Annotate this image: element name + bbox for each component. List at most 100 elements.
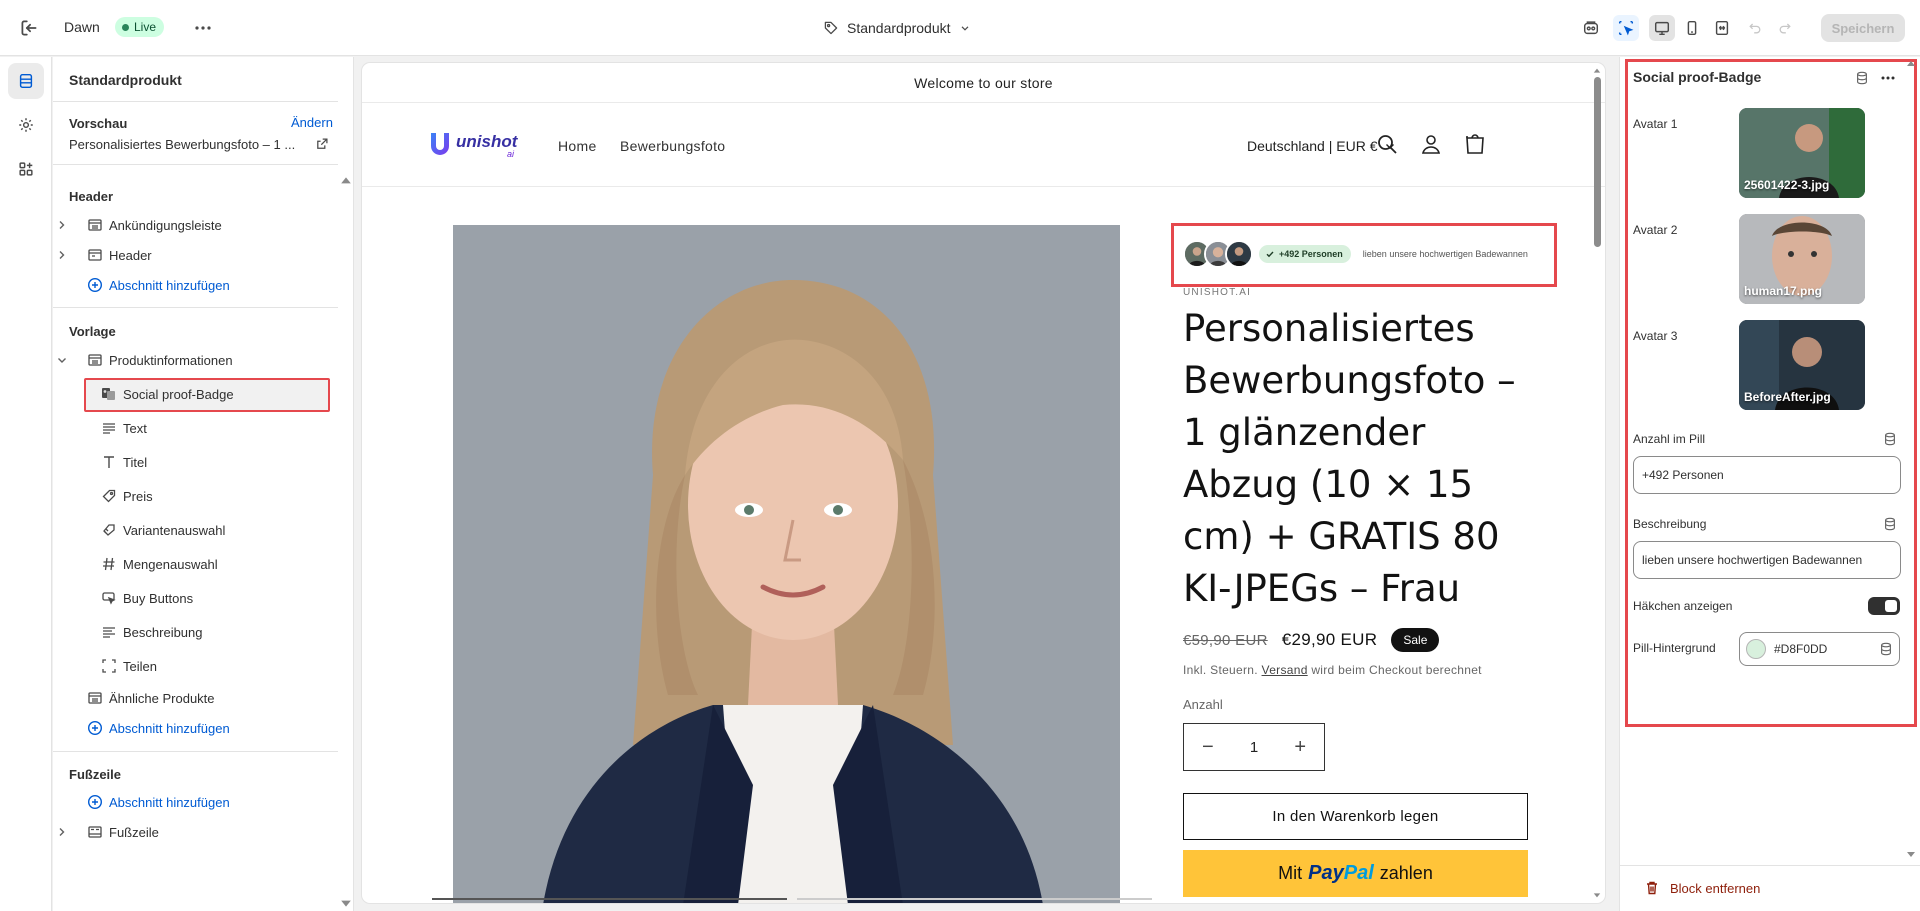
dynamic-source-icon[interactable] bbox=[1879, 642, 1893, 656]
pill-background-color-field[interactable]: #D8F0DD bbox=[1739, 632, 1900, 666]
checkmark-icon bbox=[1266, 251, 1274, 258]
preview-scrollbar[interactable] bbox=[1591, 65, 1603, 901]
add-section-header-button[interactable]: Abschnitt hinzufügen bbox=[53, 272, 338, 298]
paypal-button[interactable]: Mit PayPal zahlen bbox=[1183, 850, 1528, 897]
checkmark-toggle[interactable] bbox=[1868, 597, 1900, 615]
editor-topbar: Dawn Live Standardprodukt Speichern bbox=[0, 0, 1920, 56]
pill-count: +492 Personen bbox=[1279, 249, 1343, 259]
external-link-icon[interactable] bbox=[315, 137, 329, 151]
desktop-icon[interactable] bbox=[1649, 15, 1675, 41]
template-selector[interactable]: Standardprodukt bbox=[823, 17, 971, 39]
plus-circle-icon bbox=[87, 794, 103, 810]
chevron-right-icon[interactable] bbox=[57, 220, 67, 230]
section-label: Fußzeile bbox=[109, 824, 159, 840]
block-variant-picker[interactable]: Variantenauswahl bbox=[53, 517, 338, 543]
scroll-down-icon[interactable] bbox=[1906, 849, 1916, 859]
block-price[interactable]: Preis bbox=[53, 483, 338, 509]
scroll-up-icon[interactable] bbox=[1906, 59, 1916, 69]
trash-icon bbox=[1647, 881, 1657, 895]
block-description[interactable]: Beschreibung bbox=[53, 619, 338, 645]
add-section-template-button[interactable]: Abschnitt hinzufügen bbox=[53, 715, 338, 741]
apps-icon[interactable] bbox=[8, 151, 44, 187]
change-preview-link[interactable]: Ändern bbox=[291, 115, 333, 130]
nav-link-bewerbungsfoto[interactable]: Bewerbungsfoto bbox=[620, 138, 725, 154]
settings-icon[interactable] bbox=[8, 107, 44, 143]
avatar-2-image-picker[interactable]: human17.png bbox=[1739, 214, 1865, 304]
paypal-logo: PayPal bbox=[1308, 862, 1374, 884]
block-text[interactable]: Text bbox=[53, 415, 338, 441]
add-section-footer-button[interactable]: Abschnitt hinzufügen bbox=[53, 789, 338, 815]
more-horizontal-icon[interactable] bbox=[192, 18, 214, 38]
variant-icon bbox=[101, 522, 117, 538]
price-tag-icon bbox=[101, 488, 117, 504]
tax-note: Inkl. Steuern. Versand wird beim Checkou… bbox=[1183, 663, 1482, 677]
scroll-up-icon[interactable] bbox=[340, 175, 352, 187]
block-social-proof-badge[interactable]: Social proof-Badge bbox=[53, 381, 338, 407]
media-slider-indicator[interactable] bbox=[432, 898, 787, 900]
fullwidth-icon[interactable] bbox=[1709, 15, 1735, 41]
chevron-right-icon[interactable] bbox=[57, 250, 67, 260]
block-label: Beschreibung bbox=[123, 624, 203, 640]
hash-icon bbox=[101, 556, 117, 572]
product-vendor: UNISHOT.AI bbox=[1183, 287, 1252, 298]
section-label: Ankündigungsleiste bbox=[109, 217, 222, 233]
description-input[interactable]: lieben unsere hochwertigen Badewannen bbox=[1633, 541, 1901, 579]
social-proof-badge-highlight[interactable]: +492 Personen lieben unsere hochwertigen… bbox=[1171, 223, 1557, 287]
avatar-1-image-picker[interactable]: 25601422-3.jpg bbox=[1739, 108, 1865, 198]
more-horizontal-icon[interactable] bbox=[1880, 71, 1896, 85]
country-label: Deutschland | EUR € bbox=[1247, 138, 1378, 154]
pill-count-input[interactable]: +492 Personen bbox=[1633, 456, 1901, 494]
quantity-decrease-button[interactable]: − bbox=[1202, 736, 1214, 759]
color-swatch[interactable] bbox=[1746, 639, 1766, 659]
remove-block-button[interactable]: Block entfernen bbox=[1644, 880, 1760, 896]
chevron-right-icon[interactable] bbox=[57, 827, 67, 837]
section-label: Header bbox=[109, 247, 152, 263]
mobile-icon[interactable] bbox=[1679, 15, 1705, 41]
save-button[interactable]: Speichern bbox=[1821, 14, 1905, 42]
account-icon[interactable] bbox=[1419, 132, 1443, 156]
section-product-information[interactable]: Produktinformationen bbox=[53, 347, 338, 373]
chevron-down-icon[interactable] bbox=[57, 355, 67, 365]
dynamic-source-icon[interactable] bbox=[1883, 517, 1897, 531]
section-related-products[interactable]: Ähnliche Produkte bbox=[53, 685, 338, 711]
preview-scrollbar-thumb[interactable] bbox=[1594, 77, 1601, 247]
block-label: Preis bbox=[123, 488, 153, 504]
product-image[interactable] bbox=[453, 225, 1120, 903]
dynamic-source-icon[interactable] bbox=[1883, 432, 1897, 446]
section-header[interactable]: Header bbox=[53, 242, 338, 268]
avatar-3-filename: BeforeAfter.jpg bbox=[1744, 390, 1831, 404]
sidekick-icon[interactable] bbox=[1578, 15, 1604, 41]
nav-link-home[interactable]: Home bbox=[558, 138, 597, 154]
shipping-link[interactable]: Versand bbox=[1262, 663, 1308, 677]
add-to-cart-button[interactable]: In den Warenkorb legen bbox=[1183, 793, 1528, 840]
store-logo[interactable]: unishot ai bbox=[428, 129, 518, 161]
block-share[interactable]: Teilen bbox=[53, 653, 338, 679]
live-label: Live bbox=[134, 20, 157, 34]
editor-rail bbox=[0, 57, 52, 911]
divider bbox=[53, 307, 338, 308]
exit-icon[interactable] bbox=[18, 17, 40, 39]
sections-icon[interactable] bbox=[8, 63, 44, 99]
quantity-value[interactable]: 1 bbox=[1250, 739, 1258, 756]
color-hex-value[interactable]: #D8F0DD bbox=[1774, 642, 1871, 656]
block-title[interactable]: Titel bbox=[53, 449, 338, 475]
section-footer[interactable]: Fußzeile bbox=[53, 819, 338, 845]
redo-icon[interactable] bbox=[1772, 15, 1798, 41]
block-buy-buttons[interactable]: Buy Buttons bbox=[53, 585, 338, 611]
search-icon[interactable] bbox=[1375, 132, 1399, 156]
quantity-increase-button[interactable]: + bbox=[1294, 736, 1306, 759]
avatar-3-image-picker[interactable]: BeforeAfter.jpg bbox=[1739, 320, 1865, 410]
inspector-icon[interactable] bbox=[1613, 15, 1639, 41]
section-label: Ähnliche Produkte bbox=[109, 690, 215, 706]
badge-description: lieben unsere hochwertigen Badewannen bbox=[1362, 249, 1528, 259]
country-selector[interactable]: Deutschland | EUR € bbox=[1247, 138, 1395, 154]
media-slider-indicator[interactable] bbox=[797, 898, 1152, 900]
cart-icon[interactable] bbox=[1463, 132, 1487, 156]
dynamic-source-icon[interactable] bbox=[1855, 71, 1869, 85]
block-quantity[interactable]: Mengenauswahl bbox=[53, 551, 338, 577]
avatar-2-label: Avatar 2 bbox=[1633, 223, 1678, 237]
paypal-suffix: zahlen bbox=[1379, 863, 1433, 883]
section-announcement-bar[interactable]: Ankündigungsleiste bbox=[53, 212, 338, 238]
announcement-bar[interactable]: Welcome to our store bbox=[362, 63, 1605, 103]
undo-icon[interactable] bbox=[1742, 15, 1768, 41]
